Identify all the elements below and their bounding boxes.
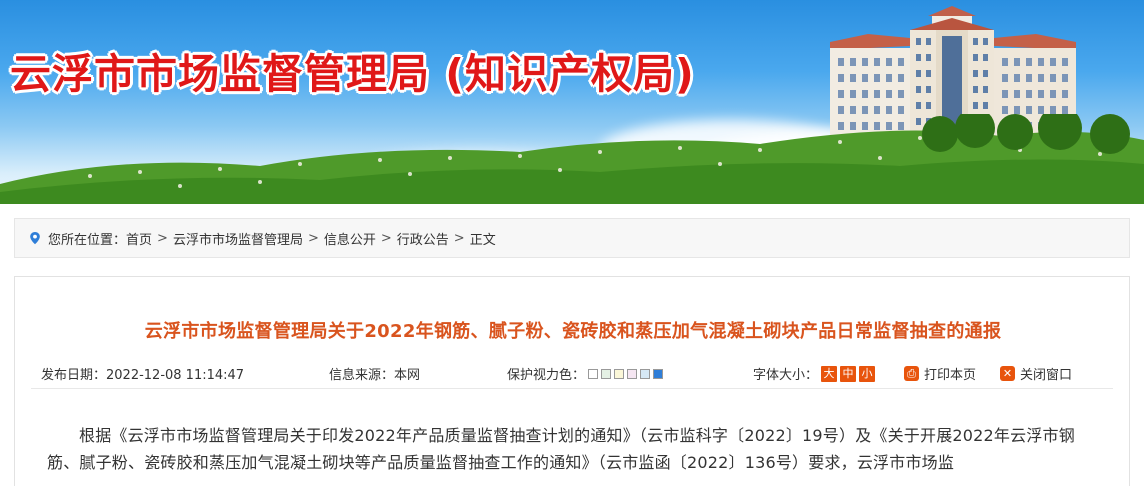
info-source-text: 信息来源：本网 bbox=[329, 368, 421, 383]
breadcrumb-item-info-disclosure[interactable]: 信息公开 bbox=[324, 229, 376, 248]
print-page-label: 打印本页 bbox=[924, 368, 977, 383]
breadcrumb-item-bureau[interactable]: 云浮市市场监督管理局 bbox=[173, 229, 303, 248]
publish-date: 发布日期：2022-12-08 11:14:47 bbox=[41, 364, 244, 383]
breadcrumb-separator: > bbox=[380, 230, 392, 246]
eye-care-swatch-yellow[interactable] bbox=[614, 368, 625, 379]
eye-care-swatch-light-blue[interactable] bbox=[640, 368, 651, 379]
eye-care-swatch-pink[interactable] bbox=[627, 368, 638, 379]
eye-care-swatch-white[interactable] bbox=[588, 368, 599, 379]
print-page-button[interactable]: ⎙ 打印本页 bbox=[904, 364, 976, 383]
printer-icon: ⎙ bbox=[904, 366, 919, 381]
font-size-small-button[interactable]: 小 bbox=[859, 365, 876, 382]
eye-care-label: 保护视力色： bbox=[507, 368, 586, 383]
article-panel: 云浮市市场监督管理局关于2022年钢筋、腻子粉、瓷砖胶和蒸压加气混凝土砌块产品日… bbox=[14, 276, 1130, 486]
breadcrumb: 您所在位置： 首页 > 云浮市市场监督管理局 > 信息公开 > 行政公告 > 正… bbox=[14, 218, 1130, 258]
font-size-control: 字体大小： 大 中 小 bbox=[753, 364, 876, 383]
close-window-label: 关闭窗口 bbox=[1020, 368, 1073, 383]
breadcrumb-prefix: 您所在位置： bbox=[48, 232, 127, 248]
eye-care-swatch-green[interactable] bbox=[601, 368, 612, 379]
font-size-medium-button[interactable]: 中 bbox=[840, 365, 857, 382]
font-size-label: 字体大小： bbox=[753, 368, 819, 383]
close-window-icon: ✕ bbox=[1000, 366, 1015, 381]
breadcrumb-item-current: 正文 bbox=[469, 232, 496, 248]
meta-divider bbox=[31, 388, 1113, 389]
font-size-large-button[interactable]: 大 bbox=[821, 365, 838, 382]
location-pin-icon bbox=[30, 232, 40, 245]
breadcrumb-separator: > bbox=[157, 230, 168, 246]
article-body-paragraph: 根据《云浮市市场监督管理局关于印发2022年产品质量监督抽查计划的通知》（云市监… bbox=[47, 426, 1075, 472]
breadcrumb-item-home[interactable]: 首页 bbox=[126, 229, 152, 248]
info-source: 信息来源：本网 bbox=[329, 364, 420, 383]
eye-care-swatch-blue[interactable] bbox=[653, 368, 664, 379]
publish-date-text: 发布日期：2022-12-08 11:14:47 bbox=[41, 368, 245, 383]
article-title: 云浮市市场监督管理局关于2022年钢筋、腻子粉、瓷砖胶和蒸压加气混凝土砌块产品日… bbox=[144, 321, 1002, 342]
eye-care-color-picker: 保护视力色： bbox=[507, 364, 664, 383]
site-title: 云浮市市场监督管理局 (知识产权局) bbox=[10, 50, 695, 98]
breadcrumb-item-announcements[interactable]: 行政公告 bbox=[397, 229, 449, 248]
close-window-button[interactable]: ✕ 关闭窗口 bbox=[1000, 364, 1072, 383]
greenery-decoration bbox=[0, 114, 1144, 204]
header-banner: 云浮市市场监督管理局 (知识产权局) bbox=[0, 0, 1144, 204]
breadcrumb-separator: > bbox=[307, 230, 319, 246]
breadcrumb-separator: > bbox=[453, 230, 465, 246]
